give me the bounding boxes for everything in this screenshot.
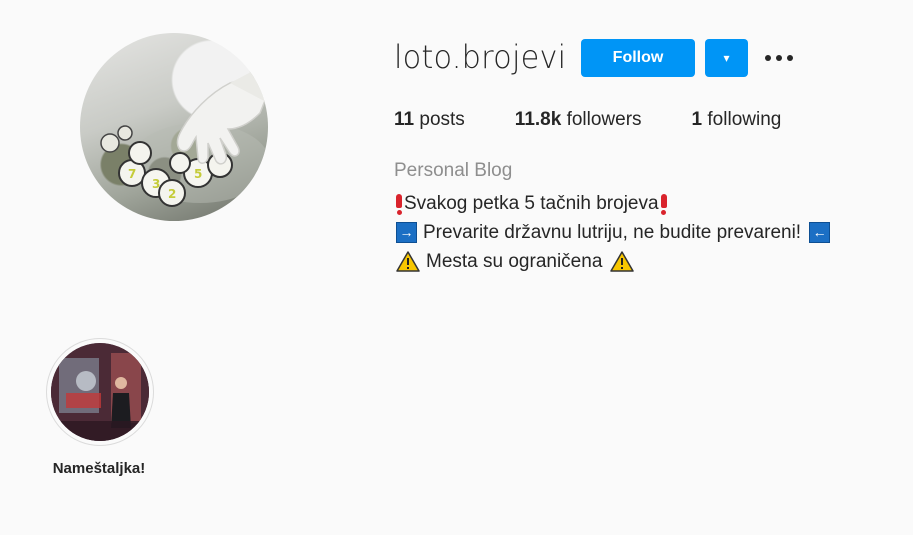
suggested-accounts-button[interactable]: ▾ [705,39,748,77]
following-count-label: following [702,109,782,130]
highlight-thumbnail [51,343,149,441]
following-link[interactable]: 1 following [692,109,782,131]
bio-line-2: → Prevarite državnu lutriju, ne budite pr… [394,218,831,247]
followers-count-label: followers [561,109,642,130]
profile-bio: Svakog petka 5 tačnih brojeva → Prevarite… [394,189,831,276]
bio-line-3-text: Mesta su ograničena [426,251,603,272]
posts-count: 11 posts [394,109,465,131]
story-highlight[interactable] [46,338,154,446]
posts-count-label: posts [414,109,465,130]
right-arrow-icon: → [396,222,417,243]
highlight-label[interactable]: Nameštaljka! [0,460,198,477]
followers-link[interactable]: 11.8k followers [515,109,642,131]
warning-icon [610,251,635,272]
exclamation-icon [660,193,668,215]
profile-category: Personal Blog [394,160,513,181]
followers-count-value: 11.8k [514,109,562,130]
more-options-button[interactable] [763,46,795,70]
chevron-down-icon: ▾ [723,51,730,65]
svg-text:2: 2 [168,187,176,201]
svg-text:7: 7 [128,167,136,181]
svg-text:5: 5 [194,167,202,181]
profile-avatar[interactable]: 3 2 5 7 [80,33,268,221]
follow-button[interactable]: Follow [581,39,695,77]
following-count-value: 1 [691,109,703,130]
lottery-balls-image: 3 2 5 7 [100,63,268,207]
more-options-icon [765,55,793,61]
bio-line-2-text: Prevarite državnu lutriju, ne budite pre… [423,222,802,243]
svg-text:3: 3 [152,177,160,191]
left-arrow-icon: ← [809,222,831,243]
bio-line-1: Svakog petka 5 tačnih brojeva [394,189,830,218]
bio-line-1-text: Svakog petka 5 tačnih brojeva [404,193,659,214]
profile-stats: 11 posts 11.8k followers 1 following [394,109,831,131]
exclamation-icon [395,193,403,215]
posts-count-value: 11 [394,109,415,130]
profile-username: loto.brojevi [394,38,567,76]
warning-icon [396,251,420,272]
bio-line-3: Mesta su ograničena [394,247,830,276]
